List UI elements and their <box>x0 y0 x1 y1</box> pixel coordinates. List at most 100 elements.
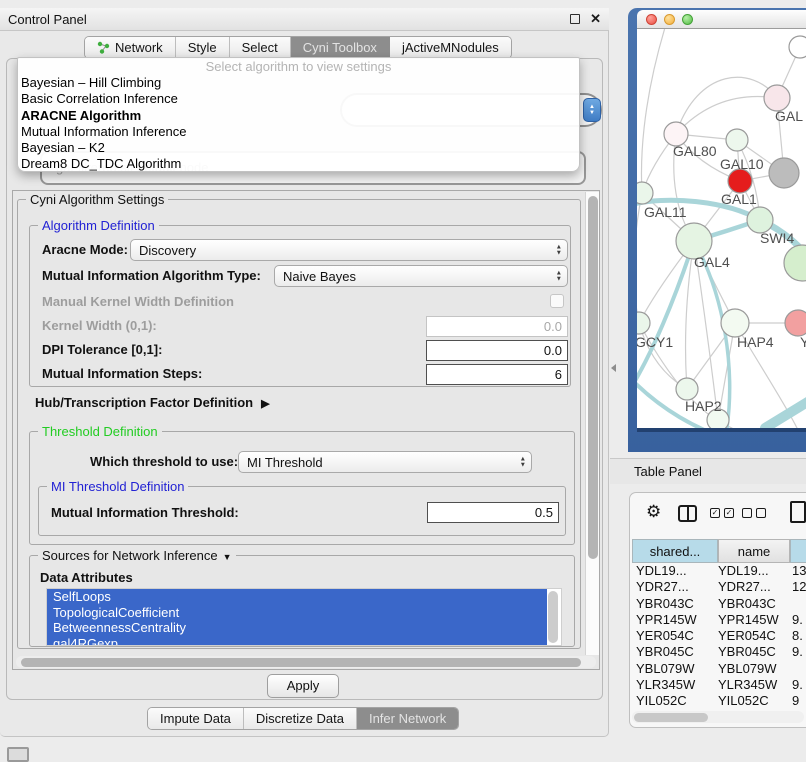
zoom-window-icon[interactable] <box>682 14 693 25</box>
combo-stepper-icon[interactable]: ▲▼ <box>583 98 601 122</box>
network-node-gal1[interactable] <box>728 169 752 193</box>
document-icon[interactable] <box>790 501 806 523</box>
mi-threshold-group: MI Threshold Definition Mutual Informati… <box>38 486 566 536</box>
select-all-icon[interactable] <box>710 508 720 518</box>
group-title: MI Threshold Definition <box>47 479 188 494</box>
dropdown-item[interactable]: Dream8 DC_TDC Algorithm <box>18 156 579 172</box>
table-row[interactable]: YIL052CYIL052C9 <box>630 693 806 708</box>
select-all-icon[interactable] <box>724 508 734 518</box>
split-view-icon[interactable] <box>678 505 697 522</box>
node-label: GAL4 <box>694 254 730 270</box>
table-row[interactable]: YER054CYER054C8. <box>630 628 806 644</box>
attribute-item[interactable]: SelfLoops <box>47 589 547 605</box>
network-edge[interactable] <box>676 77 777 134</box>
network-edge[interactable] <box>641 29 667 193</box>
stepper-icon <box>556 245 562 256</box>
tab-impute-data[interactable]: Impute Data <box>148 708 244 729</box>
network-edge[interactable] <box>676 97 777 135</box>
tab-jactivemnodules[interactable]: jActiveMNodules <box>390 37 511 58</box>
dropdown-item[interactable]: Bayesian – K2 <box>18 140 579 156</box>
data-attributes-list[interactable]: SelfLoopsTopologicalCoefficientBetweenne… <box>46 588 562 646</box>
network-node-gal11[interactable] <box>637 182 653 204</box>
network-node-gal10[interactable] <box>726 129 748 151</box>
mini-corner-button[interactable] <box>7 747 29 762</box>
float-window-icon[interactable] <box>570 14 580 24</box>
network-canvas[interactable]: GALGAL80GAL10GAL1GAL11SWI4GAL4GCY1HAP4YH… <box>637 29 806 428</box>
close-window-icon[interactable] <box>646 14 657 25</box>
network-node[interactable] <box>789 36 806 58</box>
table-cell: YPR145W <box>636 612 697 628</box>
table-row[interactable]: YBL079WYBL079W <box>630 661 806 677</box>
mi-type-label: Mutual Information Algorithm Type: <box>42 268 261 283</box>
attr-list-scrollbar[interactable] <box>548 591 559 645</box>
dropdown-item[interactable]: Basic Correlation Inference <box>18 91 579 107</box>
group-title: Threshold Definition <box>38 424 162 439</box>
network-node-y[interactable] <box>785 310 806 336</box>
table-row[interactable]: YPR145WYPR145W9. <box>630 612 806 628</box>
network-node[interactable] <box>769 158 799 188</box>
table-cell: YBR045C <box>636 644 694 660</box>
network-node-hap2[interactable] <box>676 378 698 400</box>
table-row[interactable]: YLR345WYLR345W9. <box>630 677 806 693</box>
hub-definition-expander[interactable]: Hub/Transcription Factor Definition <box>35 395 270 410</box>
attribute-item[interactable]: BetweennessCentrality <box>47 620 547 636</box>
network-window-titlebar <box>637 10 806 29</box>
table-row[interactable]: YBR045CYBR045C9. <box>630 644 806 660</box>
deselect-all-icon[interactable] <box>742 508 752 518</box>
tab-select[interactable]: Select <box>230 37 291 58</box>
sources-collapser[interactable]: Sources for Network Inference <box>38 548 236 563</box>
dropdown-item[interactable]: ARACNE Algorithm <box>18 108 579 124</box>
table-row[interactable]: YBR043CYBR043C <box>630 596 806 612</box>
table-cell: YBR045C <box>718 644 776 660</box>
frame-shadow <box>637 428 806 432</box>
dropdown-item[interactable]: Mutual Information Inference <box>18 124 579 140</box>
network-edge[interactable] <box>637 193 642 323</box>
table-row[interactable]: YDL19... YDL19... 13 <box>630 563 806 579</box>
mi-threshold-field[interactable]: 0.5 <box>427 502 559 523</box>
settings-horizontal-scrollbar[interactable] <box>16 656 596 668</box>
kernel-width-field[interactable]: 0.0 <box>426 316 568 337</box>
tab-cyni-toolbox[interactable]: Cyni Toolbox <box>291 37 390 58</box>
stepper-icon <box>520 457 526 468</box>
attribute-item[interactable]: gal4RGexp <box>47 636 547 647</box>
tab-style[interactable]: Style <box>176 37 230 58</box>
tab-label: Impute Data <box>160 708 231 729</box>
node-label: HAP4 <box>737 334 774 350</box>
apply-button[interactable]: Apply <box>267 674 339 698</box>
attribute-item[interactable]: TopologicalCoefficient <box>47 605 547 621</box>
table-cell: 13 <box>792 563 806 579</box>
table-cell: YBR043C <box>718 596 776 612</box>
dpi-tolerance-field[interactable]: 0.0 <box>426 340 568 361</box>
table-row[interactable]: YDR27...YDR27...12 <box>630 579 806 595</box>
network-node-hap4[interactable] <box>721 309 749 337</box>
dpi-tolerance-label: DPI Tolerance [0,1]: <box>42 342 162 357</box>
column-header-name[interactable]: name <box>718 539 790 563</box>
node-label: SWI4 <box>760 230 794 246</box>
control-panel-tabs: NetworkStyleSelectCyni Toolbox jActiveMNo… <box>84 36 512 59</box>
tab-network[interactable]: Network <box>85 37 176 58</box>
table-cell: YDL19... <box>718 563 769 579</box>
mi-type-select[interactable]: Naive Bayes <box>274 265 568 287</box>
panel-splitter-arrow[interactable] <box>611 364 616 372</box>
deselect-all-icon[interactable] <box>756 508 766 518</box>
tab-label: jActiveMNodules <box>402 37 499 58</box>
column-header-partial[interactable] <box>790 539 806 563</box>
table-cell: YDL19... <box>636 563 687 579</box>
manual-kernel-checkbox[interactable] <box>550 294 564 308</box>
minimize-window-icon[interactable] <box>664 14 675 25</box>
control-panel-title: Control Panel <box>8 12 570 27</box>
which-threshold-select[interactable]: MI Threshold <box>238 451 532 473</box>
table-horizontal-scrollbar[interactable] <box>632 711 804 723</box>
gear-icon[interactable]: ⚙ <box>646 502 661 522</box>
network-edge-highlighted[interactable] <box>765 395 806 428</box>
network-node-gcy1[interactable] <box>637 312 650 334</box>
tab-discretize-data[interactable]: Discretize Data <box>244 708 357 729</box>
close-panel-icon[interactable]: ✕ <box>590 11 601 27</box>
aracne-mode-select[interactable]: Discovery <box>130 239 568 261</box>
network-node[interactable] <box>784 245 806 281</box>
mi-steps-field[interactable]: 6 <box>426 364 568 385</box>
column-header-shared[interactable]: shared... <box>632 539 718 563</box>
settings-vertical-scrollbar[interactable] <box>585 192 599 655</box>
dropdown-item[interactable]: Bayesian – Hill Climbing <box>18 75 579 91</box>
tab-infer-network[interactable]: Infer Network <box>357 708 458 729</box>
